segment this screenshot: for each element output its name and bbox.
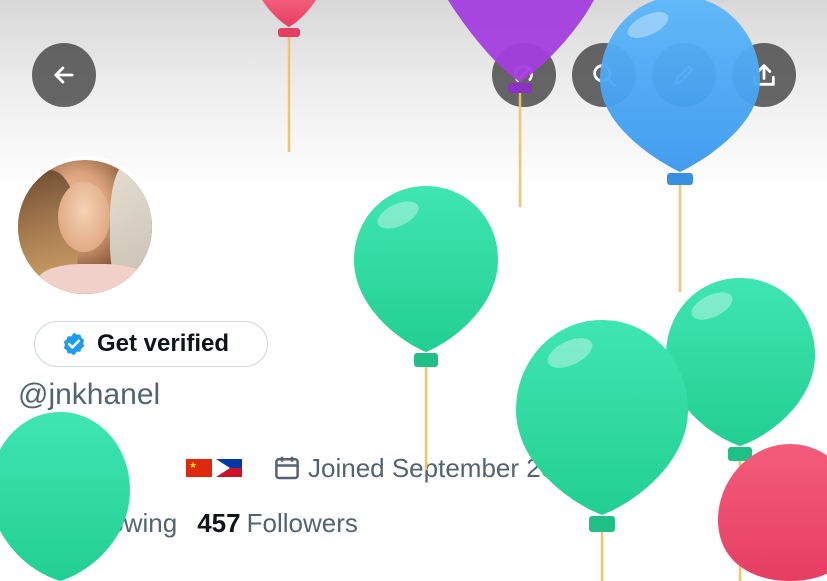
grok-button[interactable] [492, 43, 556, 107]
flag-ph-icon [216, 459, 242, 477]
location-pin-icon [22, 454, 44, 481]
back-button[interactable] [32, 43, 96, 107]
profile-meta: ryv ★ Joined September 2023 [18, 448, 818, 488]
search-button[interactable] [572, 43, 636, 107]
following-count: 419 [18, 508, 62, 538]
followers-link[interactable]: 457 Followers [197, 508, 358, 539]
following-link[interactable]: 419 Following [18, 508, 177, 539]
share-icon [753, 64, 775, 86]
avatar[interactable] [14, 156, 156, 298]
following-label: Following [67, 508, 178, 538]
flag-cn-icon: ★ [186, 459, 212, 477]
chevron-right-icon [596, 461, 605, 475]
share-button[interactable] [732, 43, 796, 107]
avatar-photo [18, 160, 152, 294]
balloon-green-middle [354, 186, 498, 470]
search-icon [593, 64, 616, 87]
pencil-icon [674, 65, 694, 85]
follow-stats: 419 Following 457 Followers [18, 508, 358, 539]
balloon-green-right [666, 278, 815, 581]
profile-handle: @jnkhanel [18, 378, 161, 411]
location: ryv [18, 448, 89, 488]
verified-badge-icon [63, 332, 85, 356]
get-verified-label: Get verified [97, 330, 230, 357]
joined-date: Joined September 2023 [272, 448, 610, 488]
balloon-green-left [0, 412, 130, 581]
calendar-icon [275, 456, 299, 480]
arrow-left-icon [54, 66, 74, 84]
flags: ★ [186, 448, 246, 488]
get-verified-button[interactable]: Get verified [34, 321, 268, 367]
followers-label: Followers [246, 508, 358, 538]
location-text: ryv [54, 452, 89, 483]
joined-text: Joined September 2023 [308, 452, 585, 483]
followers-count: 457 [197, 508, 241, 538]
edit-button[interactable] [652, 43, 716, 107]
grok-icon [513, 65, 533, 83]
